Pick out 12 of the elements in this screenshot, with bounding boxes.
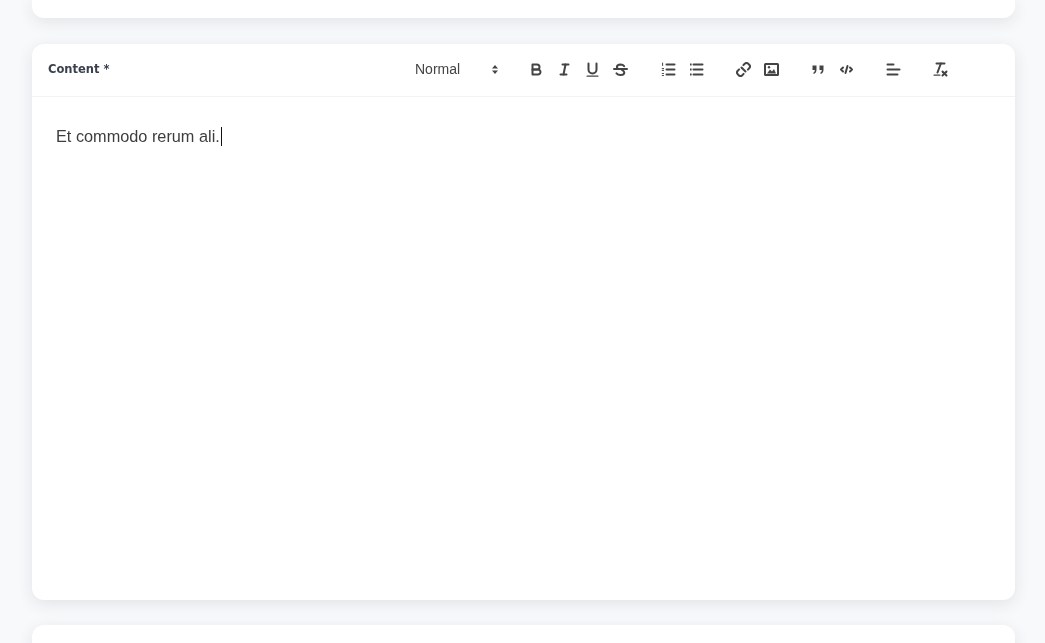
numbered-list-icon xyxy=(660,61,676,77)
strikethrough-icon xyxy=(612,61,628,77)
clear-formatting-icon xyxy=(932,61,948,77)
format-select[interactable]: Normal xyxy=(407,57,507,81)
align-left-icon xyxy=(885,61,901,77)
field-label: Content * xyxy=(48,62,110,76)
editor-field[interactable]: Et commodo rerum ali. xyxy=(32,97,1015,600)
bullet-list-icon xyxy=(688,61,704,77)
link-icon xyxy=(735,61,751,77)
image-icon xyxy=(763,61,779,77)
up-down-arrows-icon xyxy=(492,64,498,74)
underline-icon xyxy=(584,61,600,77)
